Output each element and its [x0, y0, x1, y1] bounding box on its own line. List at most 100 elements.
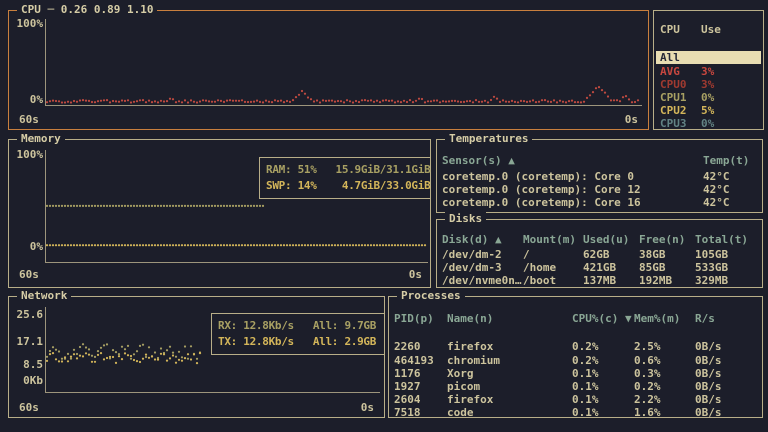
- disks-header-5[interactable]: Total(t): [695, 233, 748, 246]
- temperature-row[interactable]: coretemp.0 (coretemp): Core 1242°C: [437, 183, 762, 196]
- process-row-cell: 0B/s: [695, 393, 722, 406]
- memory-y-max-label: 100%: [11, 148, 43, 161]
- disks-header-row: Disk(d) ▲ Mount(m) Used(u) Free(n) Total(t): [437, 233, 762, 246]
- processes-header-5[interactable]: R/s: [695, 312, 715, 325]
- cpu-panel-title: CPU ─ 0.26 0.89 1.10: [17, 3, 157, 16]
- processes-header-1[interactable]: PID(p): [394, 312, 434, 325]
- temperature-row[interactable]: coretemp.0 (coretemp): Core 0 42°C: [437, 170, 762, 183]
- disk-row-cell: 85GB: [639, 261, 666, 274]
- cpu-y-min-label: 0%: [11, 93, 43, 106]
- process-row[interactable]: 2604 firefox 0.1% 2.2% 0B/s: [389, 393, 762, 406]
- process-row-cell: code: [447, 406, 474, 419]
- cpu-core-usage: 3%: [701, 65, 714, 78]
- disk-row-cell: /dev/dm-3: [442, 261, 502, 274]
- disk-row-cell: 38GB: [639, 248, 666, 261]
- processes-panel: Processes PID(p)Name(n)CPU%(c) ▼Mem%(m)R…: [388, 296, 763, 418]
- process-row-cell: picom: [447, 380, 480, 393]
- disks-header-1[interactable]: Disk(d) ▲: [442, 233, 502, 246]
- disk-row-cell: /: [523, 248, 530, 261]
- process-row-cell: 0.2%: [572, 340, 599, 353]
- cpu-core-usage: 0%: [701, 91, 714, 104]
- disks-header-3[interactable]: Used(u): [583, 233, 629, 246]
- process-row-cell: 0.2%: [634, 380, 661, 393]
- process-row[interactable]: 1176Xorg0.1%0.3%0B/s: [389, 367, 762, 380]
- process-row[interactable]: 7518code0.1%1.6%0B/s: [389, 406, 762, 419]
- cpu-table-header-use[interactable]: Use: [701, 23, 721, 36]
- cpu-table-row-avg[interactable]: AVG3%: [654, 65, 763, 78]
- network-x-left-label: 60s: [19, 401, 39, 414]
- memory-legend-ram: RAM: 51% 15.9GiB/31.1GiB: [266, 162, 424, 178]
- cpu-x-left-label: 60s: [19, 113, 39, 126]
- process-row-cell: 0.1%: [572, 393, 599, 406]
- process-row-cell: firefox: [447, 340, 493, 353]
- cpu-table-row-cpu0[interactable]: CPU03%: [654, 78, 763, 91]
- disks-header-2[interactable]: Mount(m): [523, 233, 576, 246]
- memory-y-min-label: 0%: [11, 240, 43, 253]
- cpu-table-row-cpu1[interactable]: CPU1 0%: [654, 91, 763, 104]
- temperature-row-cell: 42°C: [703, 170, 730, 183]
- memory-panel: Memory 100% 0% 60s 0s RAM: 51% 15.9GiB/3…: [8, 139, 431, 288]
- cpu-core-label: CPU1: [660, 91, 687, 104]
- cpu-usage-graph: [9, 11, 650, 131]
- process-row-cell: 0B/s: [695, 380, 722, 393]
- cpu-core-label: All: [660, 51, 680, 64]
- disk-row-cell: 105GB: [695, 248, 728, 261]
- temperature-row-cell: 42°C: [703, 196, 730, 209]
- process-row-cell: 1.6%: [634, 406, 661, 419]
- process-row[interactable]: 464193chromium0.2%0.6%0B/s: [389, 354, 762, 367]
- processes-header-3[interactable]: CPU%(c) ▼: [572, 312, 632, 325]
- cpu-table-row-cpu2[interactable]: CPU25%: [654, 104, 763, 117]
- process-row-cell: 0B/s: [695, 354, 722, 367]
- memory-x-left-label: 60s: [19, 268, 39, 281]
- cpu-core-label: CPU0: [660, 78, 687, 91]
- disks-panel: Disks Disk(d) ▲Mount(m)Used(u)Free(n)Tot…: [436, 219, 763, 288]
- network-legend: RX: 12.8Kb/s All: 9.7GB TX: 12.8Kb/s All…: [211, 313, 385, 355]
- process-row-cell: firefox: [447, 393, 493, 406]
- disk-row-cell: /home: [523, 261, 556, 274]
- temperature-row-cell: 42°C: [703, 183, 730, 196]
- temperature-row[interactable]: coretemp.0 (coretemp): Core 16 42°C: [437, 196, 762, 209]
- process-row-cell: 0.2%: [572, 354, 599, 367]
- cpu-table-row-cpu3[interactable]: CPU3 0%: [654, 117, 763, 130]
- processes-header-4[interactable]: Mem%(m): [634, 312, 680, 325]
- network-panel-title: Network: [17, 289, 71, 302]
- process-row-cell: 0.6%: [634, 354, 661, 367]
- process-row-cell: 2604: [394, 393, 421, 406]
- process-row-cell: 0B/s: [695, 406, 722, 419]
- disk-row-cell: 137MB: [583, 274, 616, 287]
- cpu-core-label: CPU3: [660, 117, 687, 130]
- disk-row-cell: /dev/nvme0n…: [442, 274, 521, 287]
- disks-header-4[interactable]: Free(n): [639, 233, 685, 246]
- process-row[interactable]: 2260firefox0.2%2.5%0B/s: [389, 340, 762, 353]
- process-row-cell: 464193: [394, 354, 434, 367]
- memory-legend-swap: SWP: 14% 4.7GiB/33.0GiB: [266, 178, 424, 194]
- cpu-core-table-panel: CPU Use AllAVG3%CPU03%CPU10%CPU25%CPU30%: [653, 10, 764, 130]
- process-row-cell: 0B/s: [695, 367, 722, 380]
- disk-row[interactable]: /dev/dm-2/62GB38GB105GB: [437, 248, 762, 261]
- disk-row-cell: 533GB: [695, 261, 728, 274]
- network-y-label-1: 25.6: [11, 308, 43, 321]
- cpu-x-right-label: 0s: [625, 113, 638, 126]
- temperatures-header-temp[interactable]: Temp(t): [703, 154, 749, 167]
- process-row[interactable]: 1927picom0.1%0.2%0B/s: [389, 380, 762, 393]
- process-row-cell: 0.1%: [572, 367, 599, 380]
- network-y-label-2: 17.1: [11, 335, 43, 348]
- temperature-row-cell: coretemp.0 (coretemp): Core 0: [442, 170, 634, 183]
- temperatures-header-sensor[interactable]: Sensor(s) ▲: [442, 154, 515, 167]
- process-row-cell: Xorg: [447, 367, 474, 380]
- processes-header-2[interactable]: Name(n): [447, 312, 493, 325]
- disk-row-cell: 62GB: [583, 248, 610, 261]
- disk-row[interactable]: /dev/nvme0n…/boot137MB192MB329MB: [437, 274, 762, 287]
- process-row-cell: 2.2%: [634, 393, 661, 406]
- temperatures-panel: Temperatures Sensor(s) ▲ Temp(t) coretem…: [436, 139, 763, 213]
- temperature-row-cell: coretemp.0 (coretemp): Core 16: [442, 196, 641, 209]
- disk-row-cell: 329MB: [695, 274, 728, 287]
- disk-row[interactable]: /dev/dm-3/home421GB85GB533GB: [437, 261, 762, 274]
- process-row-cell: 2260: [394, 340, 421, 353]
- cpu-table-header-cpu[interactable]: CPU: [660, 23, 680, 36]
- cpu-core-usage: 0%: [701, 117, 714, 130]
- disks-panel-title: Disks: [445, 212, 486, 225]
- memory-legend: RAM: 51% 15.9GiB/31.1GiB SWP: 14% 4.7GiB…: [259, 157, 431, 199]
- cpu-table-row-all[interactable]: All: [654, 51, 763, 64]
- processes-header-row: PID(p) Name(n) CPU%(c) ▼Mem%(m) R/s: [389, 312, 762, 325]
